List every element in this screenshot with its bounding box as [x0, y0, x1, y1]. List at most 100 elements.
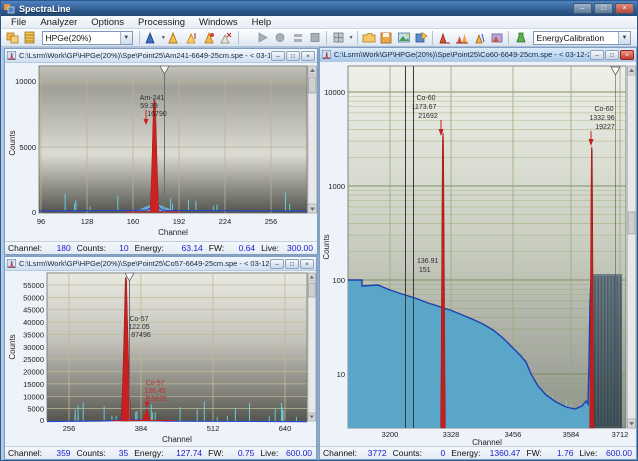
- co57-titlebar[interactable]: C:\Lsrm\Work\GP\HPGe(20%)\Spe\Point25\Co…: [5, 257, 316, 271]
- status-channel-value: 359: [56, 448, 70, 458]
- export-icon[interactable]: [412, 30, 429, 46]
- am241-plot[interactable]: Am-241 59.39 16790 10000 5000 0 96 128 1…: [5, 63, 317, 241]
- co60-plot[interactable]: 136.91 151 Co-60 1173.67 21692 Co-60 133…: [320, 62, 636, 446]
- svg-text:45000: 45000: [23, 306, 44, 315]
- peak-search-icon[interactable]: [143, 30, 160, 46]
- spectrum-list-icon[interactable]: [4, 30, 21, 46]
- detector-database-icon[interactable]: [21, 30, 38, 46]
- co60-close-button[interactable]: ×: [620, 50, 634, 60]
- am241-maximize-button[interactable]: □: [286, 51, 300, 61]
- start-acquisition-icon[interactable]: [254, 30, 271, 46]
- status-channel-label: Channel:: [323, 448, 357, 458]
- svg-text:96: 96: [37, 217, 45, 226]
- status-counts-label: Counts:: [393, 448, 422, 458]
- svg-text:55000: 55000: [23, 281, 44, 290]
- maximize-button[interactable]: □: [594, 3, 613, 14]
- status-counts-value: 10: [119, 243, 128, 253]
- co57-maximize-button[interactable]: □: [285, 259, 299, 269]
- co60-minimize-button[interactable]: –: [590, 50, 604, 60]
- roi-note-1: 136.91: [417, 258, 439, 265]
- co57-plot[interactable]: Co-57 122.05 87496 Co-57 136.45 15825 55…: [5, 271, 316, 446]
- svg-text:35000: 35000: [23, 331, 44, 340]
- svg-text:384: 384: [135, 424, 148, 433]
- plot-background[interactable]: [39, 66, 307, 213]
- status-live-label: Live:: [579, 448, 597, 458]
- x-tick-labels: 96 128 160 192 224 256: [37, 217, 277, 226]
- status-energy-label: Energy:: [134, 448, 163, 458]
- window-am241: C:\Lsrm\Work\GP\HPGe(20%)\Spe\Point25\Am…: [4, 48, 318, 255]
- status-channel-label: Channel:: [8, 243, 42, 253]
- calculate-peaks-icon[interactable]: [166, 30, 183, 46]
- status-fw-value: 0.75: [238, 448, 255, 458]
- minimize-button[interactable]: –: [573, 3, 592, 14]
- save-icon[interactable]: [378, 30, 395, 46]
- erase-marks-icon[interactable]: [218, 30, 235, 46]
- spectraline-app: SpectraLine – □ × File Analyzer Options …: [0, 0, 638, 461]
- roi-analysis-4-icon[interactable]: [488, 30, 505, 46]
- stop-icon[interactable]: [306, 30, 323, 46]
- status-live-value: 300.00: [287, 243, 313, 253]
- pause-icon[interactable]: [289, 30, 306, 46]
- main-titlebar[interactable]: SpectraLine – □ ×: [1, 1, 637, 16]
- co57-close-button[interactable]: ×: [300, 259, 314, 269]
- status-channel-value: 180: [57, 243, 71, 253]
- status-energy-value: 63.14: [182, 243, 203, 253]
- menu-options[interactable]: Options: [84, 17, 131, 28]
- detector-combo[interactable]: HPGe(20%) ▼: [42, 31, 133, 45]
- status-energy-label: Energy:: [135, 243, 164, 253]
- peak-energy: 122.05: [128, 324, 150, 331]
- mark-peak-icon[interactable]: [183, 30, 200, 46]
- co57-minimize-button[interactable]: –: [270, 259, 284, 269]
- spectrum-window-icon: [7, 51, 16, 60]
- status-energy-label: Energy:: [451, 448, 480, 458]
- co60-maximize-button[interactable]: □: [605, 50, 619, 60]
- peak2-nuclide: Co-57: [145, 380, 164, 387]
- co60-titlebar[interactable]: C:\Lsrm\Work\GP\HPGe(20%)\Spe\Point25\Co…: [320, 48, 636, 62]
- svg-text:5000: 5000: [19, 143, 36, 152]
- record-icon[interactable]: [272, 30, 289, 46]
- svg-text:3200: 3200: [382, 430, 399, 439]
- close-button[interactable]: ×: [615, 3, 634, 14]
- toolbar: HPGe(20%) ▼ ▼: [1, 29, 637, 47]
- menu-help[interactable]: Help: [245, 17, 279, 28]
- menu-analyzer[interactable]: Analyzer: [33, 17, 84, 28]
- vertical-scrollbar[interactable]: [308, 66, 317, 213]
- roi-analysis-1-icon[interactable]: [436, 30, 453, 46]
- open-folder-icon[interactable]: [360, 30, 377, 46]
- window-layout-icon[interactable]: [330, 30, 347, 46]
- svg-text:100: 100: [332, 276, 345, 285]
- efficiency-icon[interactable]: [512, 30, 529, 46]
- co57-statusbar: Channel:359 Counts:35 Energy:127.74 FW:0…: [5, 446, 316, 459]
- nuclide-id-icon[interactable]: [200, 30, 217, 46]
- combo-arrow-icon[interactable]: ▼: [618, 32, 630, 44]
- am241-title: C:\Lsrm\Work\GP\HPGe(20%)\Spe\Point25\Am…: [19, 51, 270, 60]
- window-co57: C:\Lsrm\Work\GP\HPGe(20%)\Spe\Point25\Co…: [4, 256, 317, 460]
- x-tick-labels: 256 384 512 640: [63, 424, 292, 433]
- menu-windows[interactable]: Windows: [192, 17, 245, 28]
- window-layout-dropdown-icon[interactable]: ▼: [349, 35, 354, 41]
- vertical-scrollbar[interactable]: [308, 273, 316, 421]
- svg-text:512: 512: [207, 424, 220, 433]
- svg-text:1000: 1000: [328, 182, 345, 191]
- svg-text:50000: 50000: [23, 293, 44, 302]
- peak-area: 21692: [418, 113, 438, 120]
- status-fw-label: FW:: [208, 448, 223, 458]
- roi-analysis-3-icon[interactable]: [471, 30, 488, 46]
- status-energy-value: 1360.47: [490, 448, 521, 458]
- am241-close-button[interactable]: ×: [301, 51, 315, 61]
- am241-minimize-button[interactable]: –: [271, 51, 285, 61]
- calibration-combo-value: EnergyCalibration: [537, 33, 605, 43]
- menu-processing[interactable]: Processing: [131, 17, 192, 28]
- peak2-area: 15825: [147, 396, 167, 403]
- snapshot-icon[interactable]: [395, 30, 412, 46]
- vertical-scrollbar[interactable]: [628, 66, 636, 428]
- roi-analysis-2-icon[interactable]: [454, 30, 471, 46]
- status-fw-value: 0.64: [239, 243, 256, 253]
- svg-text:10000: 10000: [324, 88, 345, 97]
- menu-file[interactable]: File: [4, 17, 33, 28]
- status-fw-value: 1.76: [557, 448, 574, 458]
- y-axis-label: Counts: [8, 334, 17, 359]
- calibration-combo[interactable]: EnergyCalibration ▼: [533, 31, 632, 45]
- combo-arrow-icon[interactable]: ▼: [120, 32, 132, 44]
- am241-titlebar[interactable]: C:\Lsrm\Work\GP\HPGe(20%)\Spe\Point25\Am…: [5, 49, 317, 63]
